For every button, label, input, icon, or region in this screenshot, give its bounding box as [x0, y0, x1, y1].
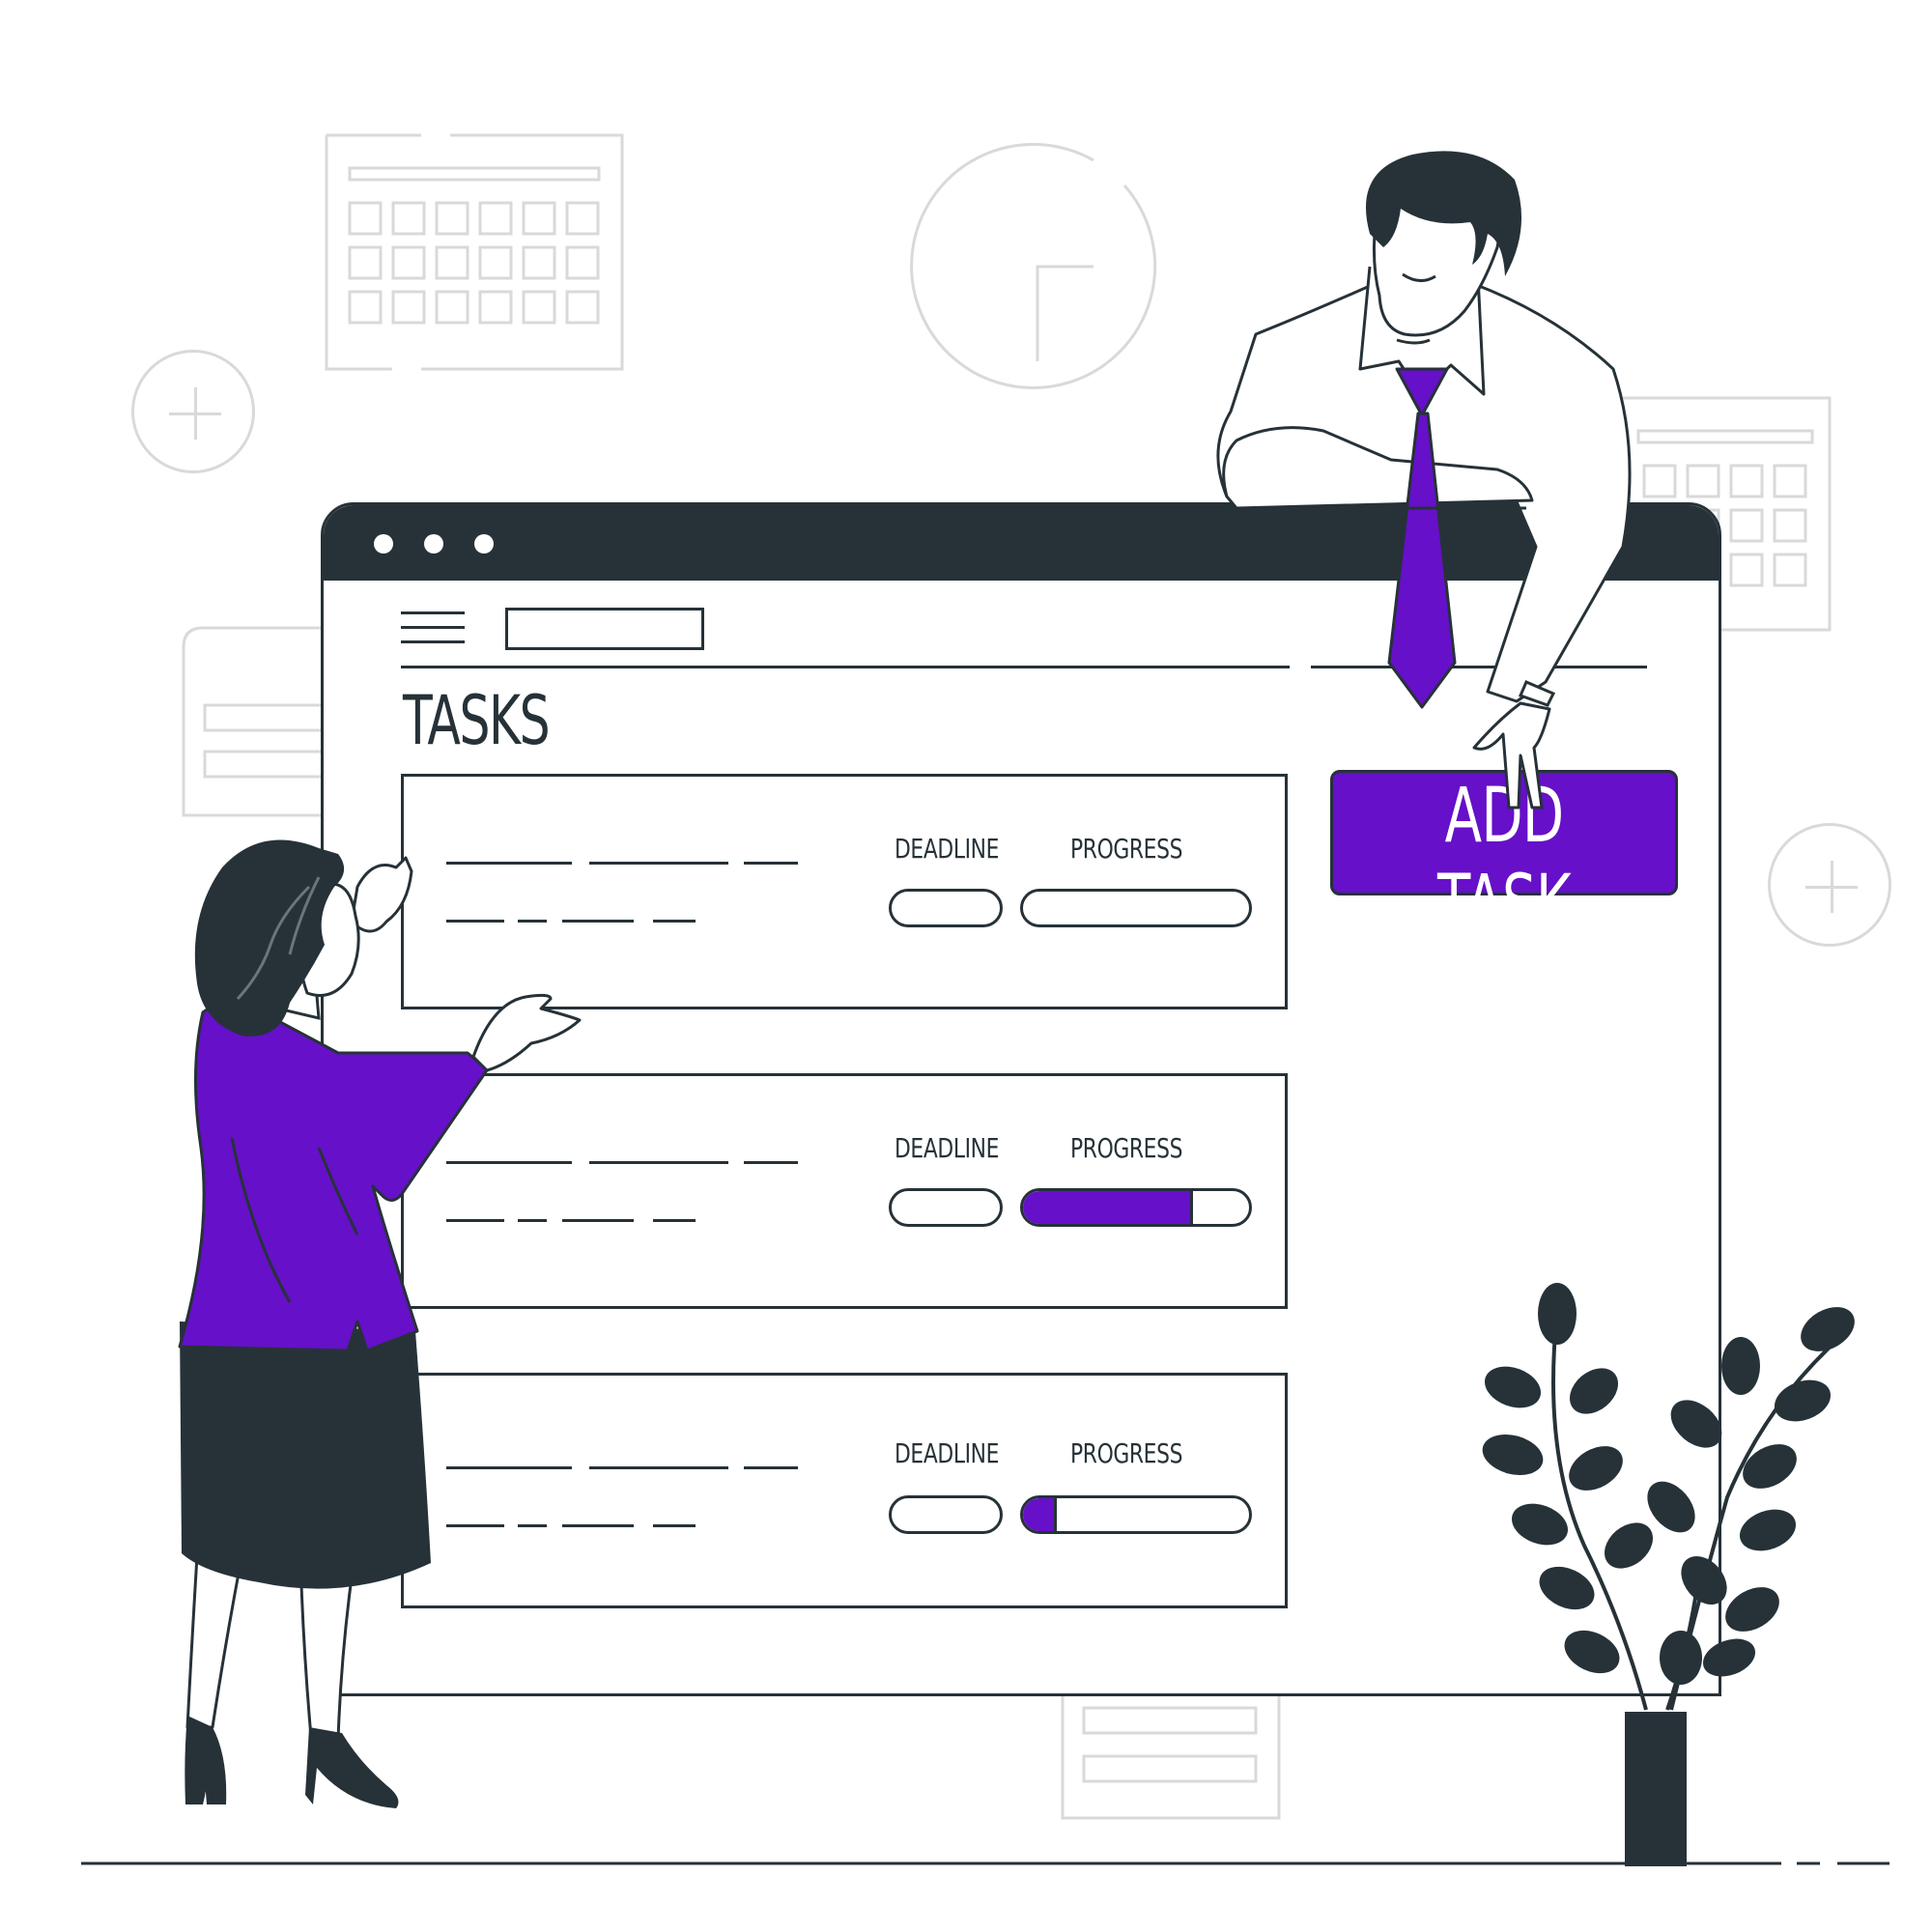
progress-label: PROGRESS — [1070, 1437, 1183, 1469]
woman-character — [178, 839, 582, 1808]
calendar-icon — [325, 133, 624, 371]
progress-label: PROGRESS — [1070, 833, 1183, 865]
illustration-stage: TASKS DEADLINE PROGRESS DEADLINE PROGRES… — [0, 0, 1932, 1932]
form-sheet-icon — [182, 626, 342, 817]
plus-circle-icon — [1768, 823, 1891, 947]
menu-icon[interactable] — [401, 610, 465, 646]
deadline-field[interactable] — [889, 889, 1003, 927]
window-dot-icon — [374, 534, 393, 554]
deadline-field[interactable] — [889, 1495, 1003, 1534]
task-desc-placeholder — [653, 1524, 696, 1527]
man-character — [1216, 151, 1632, 810]
task-title-placeholder — [744, 1161, 798, 1164]
plus-circle-icon — [131, 350, 255, 473]
deadline-label: DEADLINE — [895, 833, 1000, 865]
task-desc-placeholder — [653, 920, 696, 923]
task-desc-placeholder — [653, 1219, 696, 1222]
search-input[interactable] — [505, 608, 704, 650]
progress-fill — [1023, 1191, 1193, 1224]
page-title: TASKS — [403, 681, 551, 760]
task-title-placeholder — [589, 1161, 728, 1164]
form-sheet-icon — [1061, 1692, 1281, 1820]
task-title-placeholder — [589, 862, 728, 865]
task-title-placeholder — [744, 862, 798, 865]
progress-fill — [1023, 1498, 1058, 1531]
progress-bar — [1020, 1495, 1252, 1534]
progress-bar — [1020, 889, 1252, 927]
progress-label: PROGRESS — [1070, 1132, 1183, 1164]
deadline-label: DEADLINE — [895, 1132, 1000, 1164]
deadline-label: DEADLINE — [895, 1437, 1000, 1469]
plant-icon — [1482, 1283, 1855, 1866]
clock-icon — [910, 142, 1157, 389]
ground-line — [81, 1861, 1889, 1865]
deadline-field[interactable] — [889, 1188, 1003, 1227]
window-dot-icon — [424, 534, 443, 554]
task-title-placeholder — [589, 1466, 728, 1469]
task-title-placeholder — [744, 1466, 798, 1469]
progress-bar — [1020, 1188, 1252, 1227]
window-dot-icon — [474, 534, 494, 554]
